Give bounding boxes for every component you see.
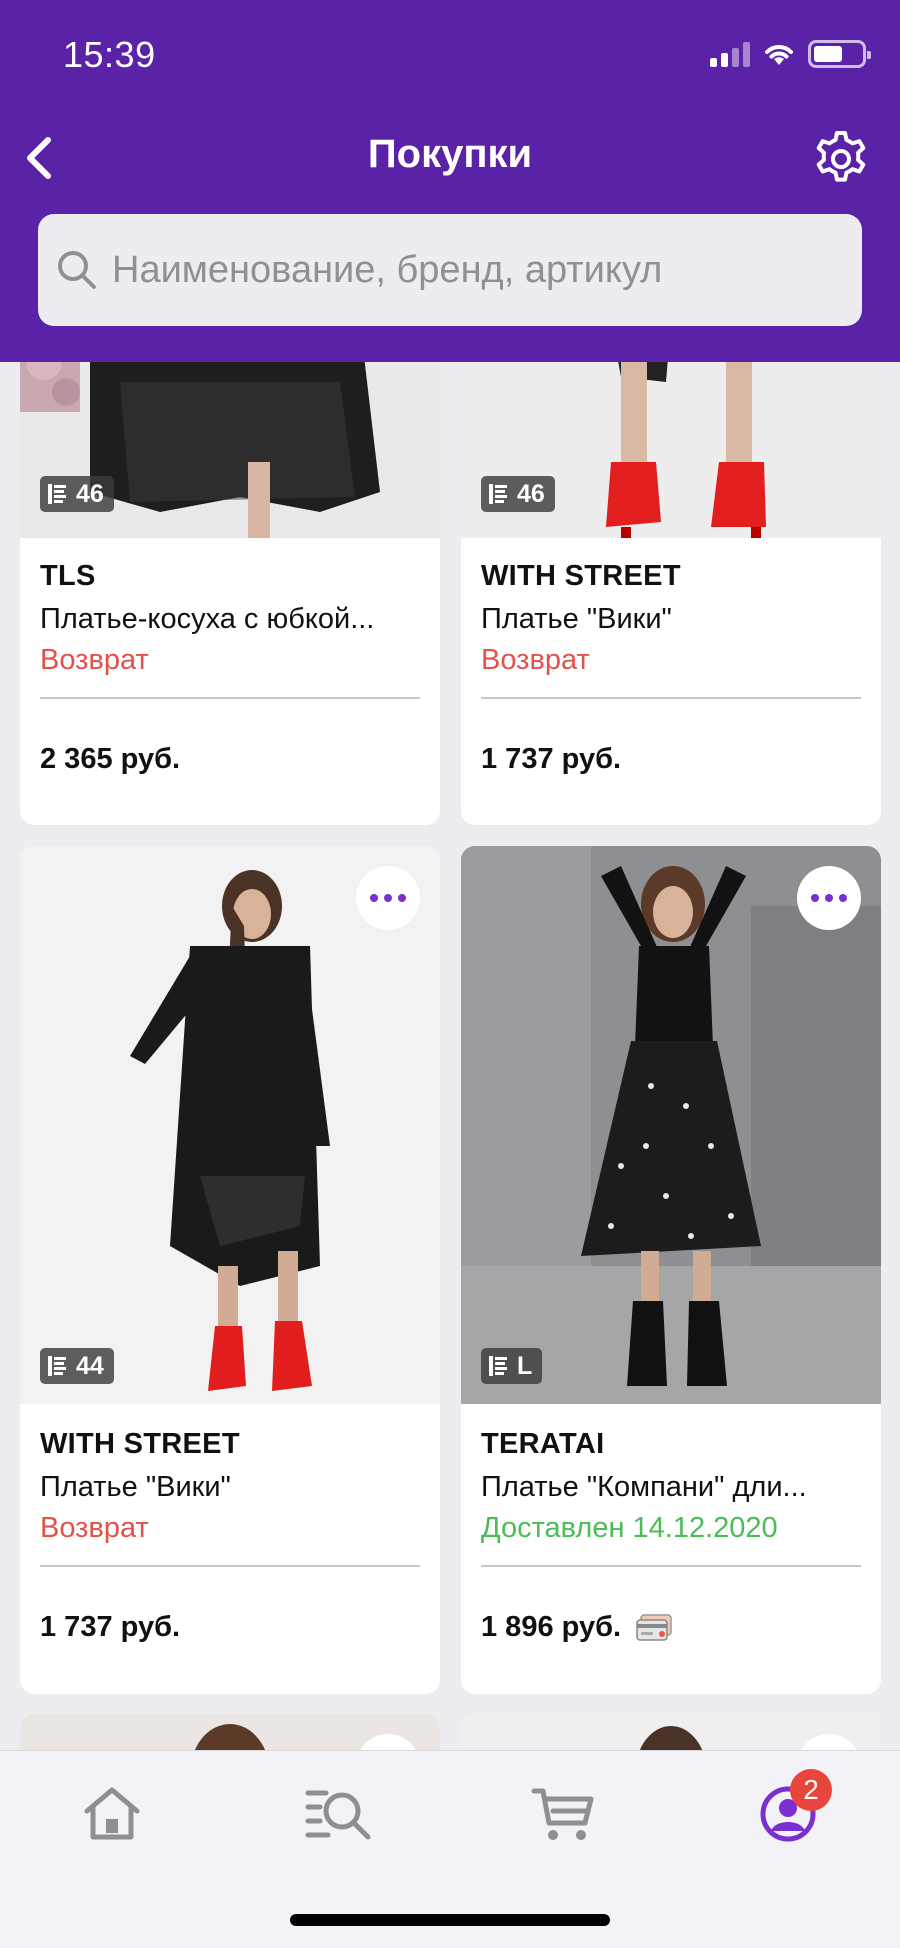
order-status: Возврат xyxy=(40,644,149,676)
search-input[interactable] xyxy=(112,248,852,292)
size-badge: L xyxy=(481,1348,543,1384)
home-indicator xyxy=(290,1914,610,1926)
gear-icon xyxy=(816,131,866,182)
size-badge: 44 xyxy=(40,1348,114,1384)
size-badge: 46 xyxy=(481,476,555,512)
home-icon xyxy=(84,1787,140,1840)
header: 15:39 Покупки xyxy=(0,0,900,362)
product-card[interactable]: L TERATAI Платье "Компани" дли... Достав… xyxy=(461,846,881,1694)
credit-card-icon xyxy=(636,1613,672,1641)
size-label: L xyxy=(517,1351,533,1380)
product-price: 1 896 руб. xyxy=(481,1611,622,1643)
order-status: Возврат xyxy=(481,644,590,676)
list-icon xyxy=(48,484,66,504)
order-status: Доставлен 14.12.2020 xyxy=(481,1512,778,1544)
wifi-icon xyxy=(765,45,793,65)
search-bar[interactable] xyxy=(38,214,862,326)
tab-profile[interactable]: 2 xyxy=(748,1769,832,1849)
cart-icon xyxy=(531,1788,594,1840)
purchases-grid: 46 TLS Платье-косуха с юбкой... Возврат … xyxy=(0,362,900,1750)
product-price: 1 737 руб. xyxy=(481,743,622,775)
product-card[interactable]: 46 WITH STREET Платье "Вики" Возврат 1 7… xyxy=(461,362,881,825)
divider xyxy=(40,697,420,699)
size-badge: 46 xyxy=(40,476,114,512)
product-photo xyxy=(20,846,440,1404)
status-icons xyxy=(710,40,871,68)
product-card[interactable]: 44 WITH STREET Платье "Вики" Возврат 1 7… xyxy=(20,846,440,1694)
size-label: 46 xyxy=(517,479,545,508)
product-name: Платье "Компани" дли... xyxy=(481,1471,807,1503)
product-photo xyxy=(461,846,881,1404)
divider xyxy=(481,697,861,699)
product-brand: WITH STREET xyxy=(40,1428,240,1460)
product-brand: WITH STREET xyxy=(481,560,681,592)
status-time: 15:39 xyxy=(63,34,156,75)
product-card[interactable] xyxy=(461,1714,881,1750)
product-name: Платье-косуха с юбкой... xyxy=(40,603,375,635)
product-info: TLS Платье-косуха с юбкой... Возврат 2 3… xyxy=(40,560,420,776)
list-icon xyxy=(48,1356,66,1376)
product-price: 2 365 руб. xyxy=(40,743,181,775)
settings-button[interactable] xyxy=(810,128,872,190)
tab-cart[interactable] xyxy=(524,1779,604,1849)
product-card[interactable] xyxy=(20,1714,440,1750)
product-info: WITH STREET Платье "Вики" Возврат 1 737 … xyxy=(481,560,861,776)
tab-catalog[interactable] xyxy=(298,1779,378,1849)
product-price: 1 737 руб. xyxy=(40,1611,181,1643)
product-name: Платье "Вики" xyxy=(40,1471,231,1503)
product-brand: TERATAI xyxy=(481,1428,605,1460)
size-label: 46 xyxy=(76,479,104,508)
search-icon xyxy=(58,251,96,289)
product-card[interactable]: 46 TLS Платье-косуха с юбкой... Возврат … xyxy=(20,362,440,825)
battery-icon xyxy=(808,40,871,68)
list-icon xyxy=(489,1356,507,1376)
product-info: WITH STREET Платье "Вики" Возврат 1 737 … xyxy=(40,1428,420,1644)
notification-badge: 2 xyxy=(790,1769,832,1811)
page-title: Покупки xyxy=(367,132,533,176)
divider xyxy=(40,1565,420,1567)
more-options-button[interactable] xyxy=(797,866,861,930)
divider xyxy=(481,1565,861,1567)
product-info: TERATAI Платье "Компани" дли... Доставле… xyxy=(481,1428,861,1644)
product-name: Платье "Вики" xyxy=(481,603,672,635)
more-options-button[interactable] xyxy=(356,866,420,930)
product-brand: TLS xyxy=(40,560,96,592)
cellular-signal-icon xyxy=(710,41,750,67)
order-status: Возврат xyxy=(40,1512,149,1544)
size-label: 44 xyxy=(76,1351,104,1380)
catalog-search-icon xyxy=(305,1790,371,1840)
list-icon xyxy=(489,484,507,504)
tab-home[interactable] xyxy=(72,1779,152,1849)
